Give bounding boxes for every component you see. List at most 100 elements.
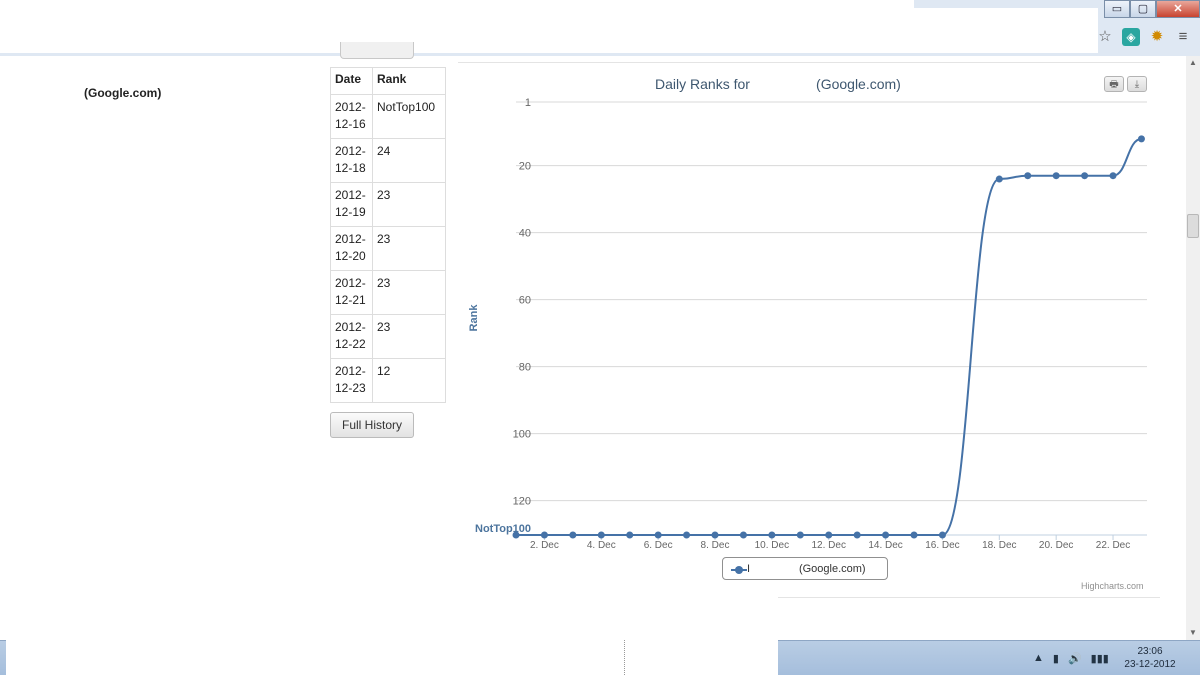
print-icon: 🖶 — [1109, 79, 1119, 90]
data-point — [995, 175, 1003, 183]
rank-cell: NotTop100 — [372, 94, 446, 139]
table-row: 2012- 12-22 23 — [330, 314, 446, 359]
network-icon[interactable]: ▮▮▮ — [1091, 652, 1109, 665]
date-cell: 2012- 12-23 — [330, 358, 373, 403]
minimize-button[interactable]: ▭ — [1104, 0, 1130, 18]
rank-cell: 23 — [372, 314, 446, 359]
y-tick-label: 1 — [525, 97, 531, 109]
maximize-button[interactable]: ▢ — [1130, 0, 1156, 18]
x-tick-label: 22. Dec — [1096, 540, 1130, 551]
column-header-date: Date — [330, 67, 373, 95]
table-row: 2012- 12-18 24 — [330, 138, 446, 183]
rank-cell: 23 — [372, 270, 446, 315]
browser-toolbar: ☆ ◈ ✹ ≡ — [1096, 28, 1192, 46]
page-title: (Google.com) — [84, 86, 162, 100]
y-tick-label-nottop: NotTop100 — [475, 523, 531, 535]
data-point — [1024, 172, 1032, 180]
chart-title: Daily Ranks for (Google.com) — [655, 76, 901, 92]
extension-gear-icon[interactable]: ✹ — [1148, 28, 1166, 46]
x-tick-label: 8. Dec — [701, 540, 730, 551]
x-tick-label: 18. Dec — [982, 540, 1016, 551]
x-tick-label: 4. Dec — [587, 540, 616, 551]
table-row: 2012- 12-21 23 — [330, 270, 446, 315]
system-tray: ▲ ▮ 🔊 ▮▮▮ — [1033, 652, 1109, 665]
data-point — [882, 531, 890, 539]
date-cell: 2012- 12-20 — [330, 226, 373, 271]
table-row: 2012- 12-23 12 — [330, 358, 446, 403]
x-tick-label: 20. Dec — [1039, 540, 1073, 551]
data-point — [654, 531, 662, 539]
data-point — [739, 531, 747, 539]
taskbar-divider — [624, 640, 626, 675]
rank-cell: 12 — [372, 358, 446, 403]
scroll-up-icon[interactable]: ▲ — [1186, 56, 1200, 70]
y-axis-title: Rank — [468, 304, 480, 332]
x-tick-label: 14. Dec — [868, 540, 902, 551]
x-tick-label: 6. Dec — [644, 540, 673, 551]
data-point — [1137, 135, 1145, 143]
power-icon[interactable]: ▮ — [1053, 652, 1059, 665]
data-point — [711, 531, 719, 539]
page-scrollbar[interactable]: ▲ ▼ — [1186, 56, 1200, 640]
data-point — [938, 531, 946, 539]
column-header-rank: Rank — [372, 67, 446, 95]
export-chart-button[interactable]: ⤓ — [1127, 76, 1147, 92]
y-tick-label: 120 — [513, 496, 531, 508]
chart-legend-item[interactable]: I (Google.com) — [722, 557, 888, 580]
series-line — [516, 137, 1142, 536]
date-cell: 2012- 12-19 — [330, 182, 373, 227]
extension-icon[interactable]: ◈ — [1122, 28, 1140, 46]
table-row: 2012- 12-19 23 — [330, 182, 446, 227]
data-point — [1052, 172, 1060, 180]
clock-date: 23-12-2012 — [1124, 659, 1176, 670]
data-point — [796, 531, 804, 539]
date-cell: 2012- 12-16 — [330, 94, 373, 139]
table-row: 2012- 12-20 23 — [330, 226, 446, 271]
legend-marker-icon — [735, 566, 743, 574]
data-point — [825, 531, 833, 539]
data-point — [512, 531, 520, 539]
legend-label: I (Google.com) — [747, 563, 866, 575]
scroll-down-icon[interactable]: ▼ — [1186, 626, 1200, 640]
x-tick-label: 16. Dec — [925, 540, 959, 551]
taskbar-apps — [6, 640, 778, 675]
data-point — [540, 531, 548, 539]
tab-strip — [0, 0, 338, 53]
x-tick-label: 2. Dec — [530, 540, 559, 551]
data-point — [910, 531, 918, 539]
data-point — [1109, 172, 1117, 180]
y-tick-label: 60 — [519, 295, 531, 307]
download-icon: ⤓ — [1134, 79, 1140, 90]
date-cell: 2012- 12-18 — [330, 138, 373, 183]
table-row: 2012- 12-16 NotTop100 — [330, 94, 446, 139]
y-tick-label: 20 — [519, 161, 531, 173]
close-button[interactable]: ✕ — [1156, 0, 1200, 18]
date-cell: 2012- 12-22 — [330, 314, 373, 359]
full-history-button[interactable]: Full History — [330, 412, 415, 438]
clock-time: 23:06 — [1137, 646, 1163, 657]
data-point — [768, 531, 776, 539]
window-controls: ▭ ▢ ✕ — [1104, 0, 1200, 18]
rank-cell: 24 — [372, 138, 446, 183]
x-tick-label: 12. Dec — [811, 540, 845, 551]
rank-cell: 23 — [372, 226, 446, 271]
show-hidden-icons-icon[interactable]: ▲ — [1033, 652, 1044, 665]
scroll-thumb[interactable] — [1187, 214, 1199, 238]
menu-icon[interactable]: ≡ — [1174, 28, 1192, 46]
data-point — [1081, 172, 1089, 180]
address-bar-area — [338, 0, 914, 53]
bookmark-star-icon[interactable]: ☆ — [1096, 28, 1114, 46]
chart-credits[interactable]: Highcharts.com — [1081, 581, 1144, 591]
rank-table: Date Rank 2012- 12-16 NotTop100 2012- 12-1… — [330, 67, 446, 403]
print-chart-button[interactable]: 🖶 — [1104, 76, 1124, 92]
data-point — [569, 531, 577, 539]
data-point — [597, 531, 605, 539]
rank-table-body: 2012- 12-16 NotTop100 2012- 12-18 24 2012- 1… — [330, 94, 446, 403]
data-point — [683, 531, 691, 539]
taskbar-clock[interactable]: 23:06 23-12-2012 — [1120, 645, 1180, 671]
volume-icon[interactable]: 🔊 — [1068, 652, 1082, 665]
y-tick-label: 80 — [519, 362, 531, 374]
date-cell: 2012- 12-21 — [330, 270, 373, 315]
rank-cell: 23 — [372, 182, 446, 227]
partial-button[interactable] — [340, 42, 414, 59]
